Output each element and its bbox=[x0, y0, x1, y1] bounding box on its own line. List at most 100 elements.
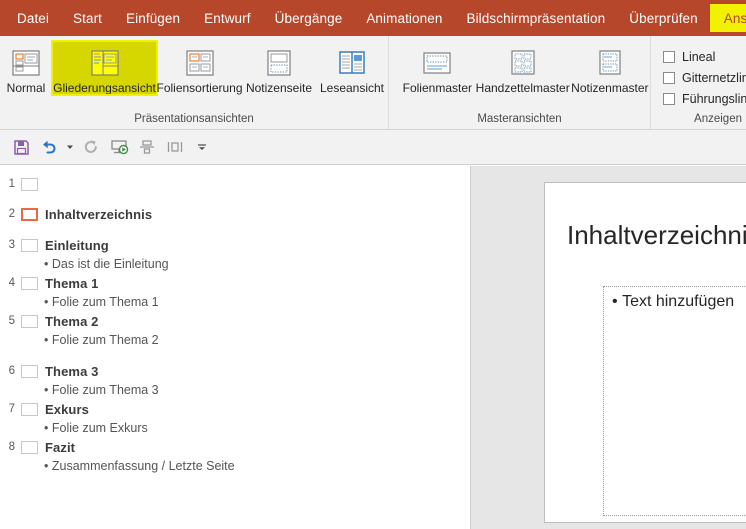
outline-bullet[interactable]: • Folie zum Exkurs bbox=[0, 419, 470, 438]
checkbox-gitternetzlinien[interactable] bbox=[663, 71, 675, 84]
tab-bildschirmpraesentation[interactable]: Bildschirmpräsentation bbox=[454, 0, 617, 36]
handout-master-icon bbox=[506, 45, 540, 81]
checkbox-row-fuehrungslinien[interactable]: Führungslinien bbox=[651, 88, 746, 109]
outline-bullet[interactable]: • Zusammenfassung / Letzte Seite bbox=[0, 457, 470, 476]
tab-uebergaenge[interactable]: Übergänge bbox=[263, 0, 355, 36]
slide-preview[interactable]: Inhaltverzeichnis • Text hinzufügen bbox=[544, 182, 746, 523]
ribbon-button-gliederungsansicht[interactable]: Gliederungsansicht bbox=[51, 40, 158, 96]
bullet-glyph: • bbox=[44, 459, 49, 473]
outline-slide-number: 7 bbox=[8, 403, 15, 415]
ribbon-button-label: Normal bbox=[6, 81, 46, 95]
outline-slide-title[interactable]: Thema 2 bbox=[45, 312, 98, 331]
ribbon-button-notizenmaster[interactable]: Notizenmaster bbox=[570, 41, 650, 95]
outline-bullet-text: Folie zum Exkurs bbox=[51, 421, 148, 435]
slide-thumbnail-icon[interactable] bbox=[21, 315, 38, 328]
ribbon-button-label: Handzettelmaster bbox=[475, 81, 570, 95]
outline-slide-title[interactable]: Exkurs bbox=[45, 400, 89, 419]
start-slideshow-icon[interactable] bbox=[106, 134, 132, 160]
outline-pane[interactable]: 1 2 Inhaltverzeichnis 3 Einleitung • Das… bbox=[0, 166, 471, 529]
outline-slide-title[interactable]: Fazit bbox=[45, 438, 75, 457]
ribbon-button-folienmaster[interactable]: Folienmaster bbox=[399, 41, 476, 95]
slide-thumbnail-icon[interactable] bbox=[21, 277, 38, 290]
tab-start[interactable]: Start bbox=[61, 0, 114, 36]
outline-slide-number: 6 bbox=[8, 365, 15, 377]
checkbox-lineal[interactable] bbox=[663, 50, 675, 63]
checkbox-fuehrungslinien[interactable] bbox=[663, 92, 675, 105]
outline-slide-number: 5 bbox=[8, 315, 15, 327]
outline-bullet[interactable]: • Folie zum Thema 1 bbox=[0, 293, 470, 312]
ribbon-button-label: Leseansicht bbox=[319, 81, 385, 95]
outline-slide-number: 2 bbox=[8, 208, 15, 220]
ribbon-button-label: Gliederungsansicht bbox=[53, 81, 156, 95]
slide-thumbnail-icon[interactable] bbox=[21, 403, 38, 416]
bullet-glyph: • bbox=[44, 421, 49, 435]
customize-qat-caret-icon[interactable] bbox=[196, 134, 208, 160]
ribbon-button-label: Notizenmaster bbox=[571, 81, 649, 95]
checkbox-row-gitternetzlinien[interactable]: Gitternetzlinien bbox=[651, 67, 746, 88]
outline-view-icon bbox=[88, 45, 122, 81]
outline-bullet-text: Folie zum Thema 1 bbox=[51, 295, 159, 309]
save-icon[interactable] bbox=[8, 134, 34, 160]
ribbon-button-notizenseite[interactable]: Notizenseite bbox=[242, 41, 316, 95]
slide-thumbnail-icon[interactable] bbox=[21, 441, 38, 454]
bullet-glyph: • bbox=[44, 383, 49, 397]
outline-slide-6[interactable]: 6 Thema 3 bbox=[0, 362, 470, 381]
ribbon-button-label: Folienmaster bbox=[402, 81, 472, 95]
ribbon-body: Normal Gliederungsansicht Foliensortieru… bbox=[0, 36, 746, 130]
tab-datei[interactable]: Datei bbox=[0, 0, 61, 36]
outline-slide-number: 3 bbox=[8, 239, 15, 251]
outline-slide-2[interactable]: 2 Inhaltverzeichnis bbox=[0, 205, 470, 224]
outline-slide-1[interactable]: 1 bbox=[0, 175, 470, 193]
workspace: 1 2 Inhaltverzeichnis 3 Einleitung • Das… bbox=[0, 166, 746, 529]
bullet-glyph: • bbox=[612, 293, 618, 310]
outline-slide-title[interactable]: Thema 1 bbox=[45, 274, 98, 293]
outline-bullet[interactable]: • Folie zum Thema 2 bbox=[0, 331, 470, 350]
outline-slide-5[interactable]: 5 Thema 2 bbox=[0, 312, 470, 331]
outline-slide-4[interactable]: 4 Thema 1 bbox=[0, 274, 470, 293]
reading-view-icon bbox=[335, 45, 369, 81]
outline-slide-7[interactable]: 7 Exkurs bbox=[0, 400, 470, 419]
ribbon-button-foliensortierung[interactable]: Foliensortierung bbox=[156, 41, 243, 95]
ribbon-group-show: Lineal Gitternetzlinien Führungslinien A… bbox=[650, 36, 746, 129]
ribbon-button-leseansicht[interactable]: Leseansicht bbox=[316, 41, 388, 95]
outline-slide-8[interactable]: 8 Fazit bbox=[0, 438, 470, 457]
tab-ansicht[interactable]: Ansicht bbox=[709, 4, 746, 32]
ribbon-button-normal[interactable]: Normal bbox=[0, 41, 52, 95]
align-center-icon[interactable] bbox=[134, 134, 160, 160]
bullet-glyph: • bbox=[44, 333, 49, 347]
checkbox-label: Führungslinien bbox=[682, 91, 746, 106]
undo-dropdown-caret-icon[interactable] bbox=[64, 134, 76, 160]
redo-icon[interactable] bbox=[78, 134, 104, 160]
slide-thumbnail-icon[interactable] bbox=[21, 208, 38, 221]
ribbon-button-handzettelmaster[interactable]: Handzettelmaster bbox=[476, 41, 570, 95]
tab-entwurf[interactable]: Entwurf bbox=[192, 0, 262, 36]
tab-ueberpruefen[interactable]: Überprüfen bbox=[617, 0, 710, 36]
undo-icon[interactable] bbox=[36, 134, 62, 160]
tab-animationen[interactable]: Animationen bbox=[354, 0, 454, 36]
outline-slide-title[interactable]: Inhaltverzeichnis bbox=[45, 205, 152, 224]
tab-einfuegen[interactable]: Einfügen bbox=[114, 0, 192, 36]
slide-body-placeholder[interactable]: • Text hinzufügen bbox=[603, 286, 746, 516]
outline-slide-title[interactable]: Einleitung bbox=[45, 236, 109, 255]
slide-sorter-icon bbox=[183, 45, 217, 81]
outline-bullet[interactable]: • Folie zum Thema 3 bbox=[0, 381, 470, 400]
slide-thumbnail-icon[interactable] bbox=[21, 239, 38, 252]
ribbon-group-label: Anzeigen bbox=[694, 113, 742, 125]
checkbox-label: Gitternetzlinien bbox=[682, 70, 746, 85]
slide-thumbnail-icon[interactable] bbox=[21, 365, 38, 378]
slide-title-placeholder[interactable]: Inhaltverzeichnis bbox=[567, 220, 746, 251]
distribute-icon[interactable] bbox=[162, 134, 188, 160]
ribbon-group-label: Masteransichten bbox=[477, 113, 562, 125]
outline-slide-3[interactable]: 3 Einleitung bbox=[0, 236, 470, 255]
slide-thumbnail-icon[interactable] bbox=[21, 178, 38, 191]
notes-page-icon bbox=[262, 45, 296, 81]
slide-master-icon bbox=[420, 45, 454, 81]
outline-bullet[interactable]: • Das ist die Einleitung bbox=[0, 255, 470, 274]
checkbox-row-lineal[interactable]: Lineal bbox=[651, 46, 715, 67]
slide-canvas-area: Inhaltverzeichnis • Text hinzufügen bbox=[471, 166, 746, 529]
outline-bullet-text: Zusammenfassung / Letzte Seite bbox=[51, 459, 235, 473]
slide-body-placeholder-text: • Text hinzufügen bbox=[612, 293, 746, 311]
outline-slide-title[interactable]: Thema 3 bbox=[45, 362, 98, 381]
